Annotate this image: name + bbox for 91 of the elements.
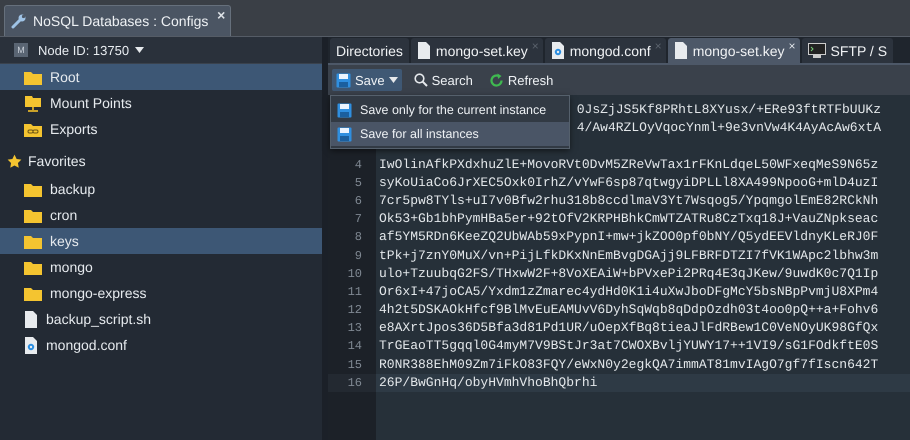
tree-item[interactable]: Root [0, 64, 322, 90]
save-icon [337, 126, 352, 142]
favorite-label: mongo-express [50, 285, 146, 301]
code-line: ulo+TzuubqG2FS/THxwW2F+8VoXEAiW+bPVxePi2PRq4E3qJKew/9uwdK0c7Q1Ip [379, 264, 878, 283]
favorites-heading: Favorites [28, 153, 86, 169]
line-number: 15 [346, 356, 363, 374]
line-number: 13 [346, 320, 363, 338]
line-number: 10 [346, 266, 363, 283]
tree-item[interactable]: Mount Points [0, 90, 322, 116]
line-number: 8 [354, 229, 363, 246]
window-tab[interactable]: NoSQL Databases : Configs × [4, 5, 232, 36]
refresh-button[interactable]: Refresh [484, 69, 558, 91]
link-folder-icon [24, 122, 42, 136]
code-line: 4h2t5DSKAOkHfcf9BlMvEuEAMUvV6DyhSqWqb8qDdpOzdh03t4oo0pQ++a+Fohv6 [379, 301, 878, 320]
tab-label: mongo-set.key [692, 42, 785, 58]
folder-icon [24, 260, 42, 274]
folder-icon [24, 182, 42, 196]
code-line: Ok53+Gb1bhPymHBa5er+92tOfV2KRPHBhkCmWTZATRu8CzTxq18J+VauZNpkseac [379, 210, 878, 228]
file-icon [416, 42, 431, 59]
save-icon [336, 72, 351, 88]
menu-item[interactable]: Save for all instances [331, 122, 569, 146]
window-title: NoSQL Databases : Configs [33, 13, 208, 29]
code-line: e8AXrtJpos36D5Bfa3d81Pd1UR/uOepXfBq8tieaJlFdRBew1C0VeNOyUK98GfQx [379, 319, 878, 338]
line-number: 12 [346, 302, 363, 320]
file-icon [674, 42, 688, 59]
line-number: 14 [346, 338, 363, 356]
editor-tab[interactable]: Directories [330, 38, 409, 63]
wrench-icon [11, 13, 27, 29]
code-line: 26P/BwGnHq/obyHVmhVhoBhQbrhi [379, 374, 598, 392]
tab-label: SFTP / S [830, 42, 888, 58]
save-icon [337, 102, 352, 118]
tree-item[interactable]: Exports [0, 116, 322, 142]
caret-icon [388, 77, 398, 83]
favorite-item[interactable]: backup_script.sh [0, 306, 322, 332]
favorite-label: mongod.conf [46, 337, 127, 353]
favorite-label: keys [50, 233, 79, 249]
favorite-item[interactable]: cron [0, 202, 322, 228]
node-selector[interactable]: Node ID: 13750 [38, 42, 144, 58]
refresh-icon [488, 72, 504, 88]
line-number: 5 [354, 174, 363, 192]
folder-icon [24, 234, 42, 248]
monitor-folder-icon [24, 94, 42, 112]
editor-tab[interactable]: mongo-set.key × [668, 38, 800, 63]
file-icon [24, 310, 38, 328]
tree-label: Root [50, 69, 80, 85]
favorite-item[interactable]: mongo-express [0, 280, 322, 306]
code-line: 7cr5pw8TYls+uI7v0Bfw2rhu318b8ccdlmaV3Yt7Wsqog5/YpqmgolEmE82RCkNh [379, 192, 878, 210]
line-number: 4 [354, 156, 363, 174]
close-button[interactable]: × [217, 7, 226, 23]
favorite-item[interactable]: keys [0, 228, 322, 254]
code-line: tPk+j7znY0MuX/vn+PijLfkDKxNnEmBvgDGAjj9LFBRFDTZI7fVK1WApc2lbhw3m [379, 246, 878, 264]
editor-tab[interactable]: mongod.conf × [544, 38, 666, 63]
tab-label: Directories [336, 42, 403, 58]
node-badge: M [14, 43, 28, 57]
code-line: Or6xI+47joCA5/Yxdm1zZmarec4ydHd0K1i4uXwJboDFgMcY5bsNBpPvmjU8XPm4 [379, 282, 878, 301]
monitor-icon [808, 43, 826, 58]
folder-icon [24, 70, 42, 84]
favorite-label: backup [50, 181, 96, 197]
code-line: 0JsZjJS5Kf8PRhtL8XYusx/+ERe93ftRTFbUUKz [576, 101, 881, 119]
editor-tab[interactable]: SFTP / S [802, 38, 894, 63]
favorite-item[interactable]: mongo [0, 254, 322, 280]
tab-label: mongo-set.key [436, 42, 528, 58]
caret-icon [135, 47, 144, 53]
line-number: 7 [354, 211, 363, 228]
line-number: 9 [354, 248, 363, 264]
folder-icon [24, 286, 42, 300]
line-number: 6 [354, 192, 363, 210]
tree-label: Mount Points [50, 95, 132, 111]
folder-icon [24, 208, 42, 222]
tree-label: Exports [50, 121, 98, 137]
code-line: R0NR388EhM09Zm7iFkO83FQY/eWxN0y2egkQA7immAT81mvIAgO7gf7fIscn642T [379, 356, 878, 374]
search-button[interactable]: Search [410, 69, 477, 91]
favorite-item[interactable]: mongod.conf [0, 332, 322, 358]
code-line: 4/Aw4RZLOyVqocYnml+9e3vnVw4K4AyAcAw6xtA [576, 119, 881, 138]
favorite-item[interactable]: backup [0, 176, 322, 202]
menu-item[interactable]: Save only for the current instance [331, 98, 569, 122]
line-number: 11 [346, 284, 363, 301]
tab-label: mongod.conf [570, 42, 651, 58]
save-button[interactable]: Save [332, 69, 402, 91]
tab-close-icon[interactable]: × [788, 39, 796, 53]
code-line: af5YM5RDn6KeeZQ2UbWAb59xPypnI+mw+jkZOO0pf0bNY/Q5ydEEVldnyKLeRJ0F [379, 228, 878, 246]
line-number: 16 [328, 374, 376, 392]
favorite-label: cron [50, 207, 78, 223]
editor-tab[interactable]: mongo-set.key × [410, 38, 543, 63]
code-line: TrGEaoTT5gqql0G4myM7V9BStJr3at7CWOXBvljYUWY17++1VI9/sG1FOdkftE0S [379, 337, 878, 356]
star-icon [7, 154, 22, 168]
favorite-label: mongo [50, 259, 93, 275]
favorite-label: backup_script.sh [46, 311, 152, 327]
search-icon [414, 73, 428, 87]
code-line: syKoUiaCo6JrXEC5Oxk0IrhZ/vYwF6sp87qtwgyiDPLLl8XA499NpooG+mlD4uzI [379, 174, 878, 192]
code-line: IwOlinAfkPXdxhuZlE+MovoRVt0DvM5ZReVwTax1rFKnLdqeL50WFxeqMeS9N65z [379, 156, 878, 174]
